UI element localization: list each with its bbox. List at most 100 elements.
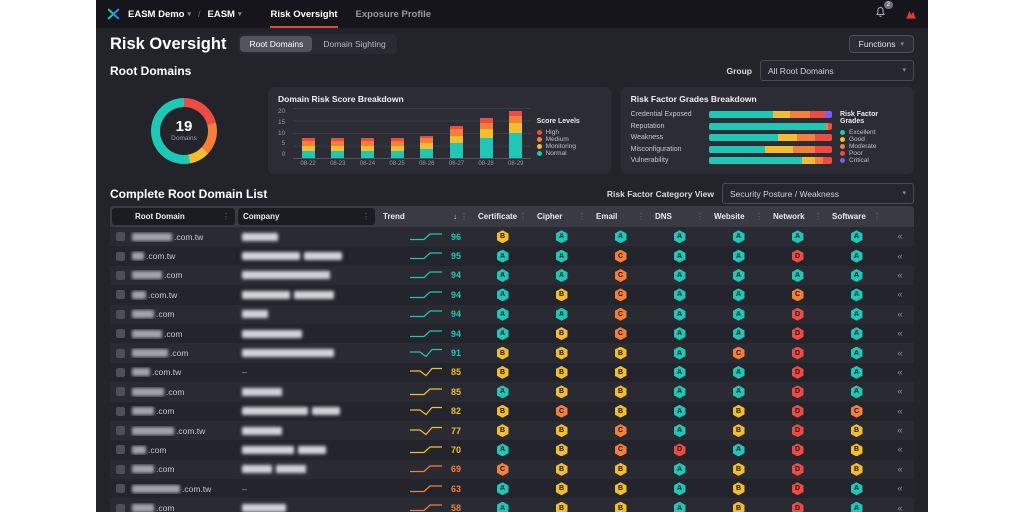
grade-badge-icon[interactable]: A — [733, 230, 745, 243]
header-cell-dns[interactable]: DNS⋮ — [650, 206, 709, 227]
table-row[interactable]: .com85ABBAADA« — [110, 382, 914, 401]
grade-badge-icon[interactable]: A — [851, 327, 863, 340]
grade-badge-icon[interactable]: C — [615, 327, 627, 340]
grade-badge-icon[interactable]: B — [615, 347, 627, 360]
grade-badge-icon[interactable]: A — [674, 463, 686, 476]
expand-row-icon[interactable]: « — [886, 270, 914, 281]
grade-badge-icon[interactable]: A — [497, 385, 509, 398]
grade-badge-icon[interactable]: A — [733, 308, 745, 321]
grade-badge-icon[interactable]: A — [497, 482, 509, 495]
header-cell-software[interactable]: Software⋮ — [827, 206, 886, 227]
header-cell-row-icon[interactable] — [112, 208, 130, 225]
grade-badge-icon[interactable]: B — [733, 405, 745, 418]
table-row[interactable]: .com.tw96BAAAAAA« — [110, 227, 914, 246]
grade-badge-icon[interactable]: C — [497, 463, 509, 476]
grade-badge-icon[interactable]: A — [674, 269, 686, 282]
grade-badge-icon[interactable]: B — [556, 482, 568, 495]
grade-badge-icon[interactable]: B — [556, 327, 568, 340]
grade-badge-icon[interactable]: B — [556, 502, 568, 512]
tab-domain-sighting[interactable]: Domain Sighting — [314, 36, 394, 52]
grade-badge-icon[interactable]: A — [556, 250, 568, 263]
grade-badge-icon[interactable]: A — [674, 288, 686, 301]
grade-badge-icon[interactable]: A — [733, 250, 745, 263]
grade-badge-icon[interactable]: A — [497, 327, 509, 340]
grade-badge-icon[interactable]: A — [556, 269, 568, 282]
expand-row-icon[interactable]: « — [886, 406, 914, 417]
expand-row-icon[interactable]: « — [886, 483, 914, 494]
grade-badge-icon[interactable]: A — [556, 308, 568, 321]
grade-badge-icon[interactable]: D — [792, 463, 804, 476]
grade-badge-icon[interactable]: A — [497, 288, 509, 301]
grade-badge-icon[interactable]: D — [792, 482, 804, 495]
grade-badge-icon[interactable]: B — [497, 405, 509, 418]
table-row[interactable]: .com82BCBABDC« — [110, 402, 914, 421]
grade-badge-icon[interactable]: D — [792, 366, 804, 379]
column-menu-icon[interactable]: ⋮ — [362, 212, 370, 221]
grade-badge-icon[interactable]: A — [674, 405, 686, 418]
expand-row-icon[interactable]: « — [886, 386, 914, 397]
table-row[interactable]: .com.tw77BBCABDB« — [110, 421, 914, 440]
grade-badge-icon[interactable]: B — [556, 288, 568, 301]
grade-badge-icon[interactable]: A — [733, 385, 745, 398]
grade-badge-icon[interactable]: C — [615, 269, 627, 282]
grade-badge-icon[interactable]: A — [851, 288, 863, 301]
expand-row-icon[interactable]: « — [886, 309, 914, 320]
table-row[interactable]: .com.tw–63ABBABDA« — [110, 479, 914, 498]
grade-badge-icon[interactable]: A — [497, 269, 509, 282]
column-menu-icon[interactable]: ⋮ — [460, 212, 468, 221]
grade-badge-icon[interactable]: B — [556, 463, 568, 476]
grade-badge-icon[interactable]: B — [497, 366, 509, 379]
grade-badge-icon[interactable]: A — [733, 327, 745, 340]
grade-badge-icon[interactable]: D — [792, 308, 804, 321]
grade-badge-icon[interactable]: A — [851, 347, 863, 360]
nav-tab-exposure-profile[interactable]: Exposure Profile — [356, 0, 432, 28]
expand-row-icon[interactable]: « — [886, 231, 914, 242]
grade-badge-icon[interactable]: B — [556, 366, 568, 379]
grade-badge-icon[interactable]: A — [556, 230, 568, 243]
grade-badge-icon[interactable]: B — [556, 424, 568, 437]
grade-badge-icon[interactable]: C — [556, 405, 568, 418]
grade-badge-icon[interactable]: B — [615, 405, 627, 418]
grade-badge-icon[interactable]: A — [674, 250, 686, 263]
grade-badge-icon[interactable]: A — [674, 230, 686, 243]
table-row[interactable]: .com94ABCAADA« — [110, 324, 914, 343]
grade-badge-icon[interactable]: D — [674, 443, 686, 456]
expand-row-icon[interactable]: « — [886, 464, 914, 475]
header-cell-cipher[interactable]: Cipher⋮ — [532, 206, 591, 227]
header-cell-email[interactable]: Email⋮ — [591, 206, 650, 227]
grade-badge-icon[interactable]: A — [851, 385, 863, 398]
grade-badge-icon[interactable]: A — [674, 502, 686, 512]
grade-badge-icon[interactable]: B — [615, 502, 627, 512]
org-switcher[interactable]: EASM Demo ▾ — [128, 9, 191, 20]
table-row[interactable]: .com70ABCDADB« — [110, 440, 914, 459]
grade-badge-icon[interactable]: B — [497, 347, 509, 360]
grade-badge-icon[interactable]: A — [851, 269, 863, 282]
grade-badge-icon[interactable]: B — [497, 424, 509, 437]
grade-badge-icon[interactable]: A — [615, 230, 627, 243]
grade-badge-icon[interactable]: B — [615, 366, 627, 379]
risk-factor-view-dropdown[interactable]: Security Posture / Weakness ▾ — [722, 183, 914, 204]
header-cell-certificate[interactable]: Certificate⋮ — [473, 206, 532, 227]
grade-badge-icon[interactable]: A — [851, 250, 863, 263]
table-row[interactable]: .com91BBBACDA« — [110, 343, 914, 362]
grade-badge-icon[interactable]: C — [733, 347, 745, 360]
grade-badge-icon[interactable]: A — [674, 308, 686, 321]
grade-badge-icon[interactable]: B — [851, 443, 863, 456]
grade-badge-icon[interactable]: A — [851, 308, 863, 321]
grade-badge-icon[interactable]: D — [792, 405, 804, 418]
expand-row-icon[interactable]: « — [886, 503, 914, 512]
grade-badge-icon[interactable]: A — [851, 366, 863, 379]
header-cell-root-domain[interactable]: Root Domain⋮ — [130, 208, 235, 225]
header-cell-company[interactable]: Company⋮ — [238, 208, 375, 225]
table-row[interactable]: .com94AACAAAA« — [110, 266, 914, 285]
grade-badge-icon[interactable]: C — [792, 288, 804, 301]
column-menu-icon[interactable]: ⋮ — [873, 212, 881, 221]
grade-badge-icon[interactable]: C — [615, 288, 627, 301]
grade-badge-icon[interactable]: A — [497, 502, 509, 512]
grade-badge-icon[interactable]: A — [792, 230, 804, 243]
expand-row-icon[interactable]: « — [886, 444, 914, 455]
table-row[interactable]: .com58ABBABDA« — [110, 498, 914, 512]
header-cell-website[interactable]: Website⋮ — [709, 206, 768, 227]
expand-row-icon[interactable]: « — [886, 348, 914, 359]
grade-badge-icon[interactable]: A — [851, 502, 863, 512]
